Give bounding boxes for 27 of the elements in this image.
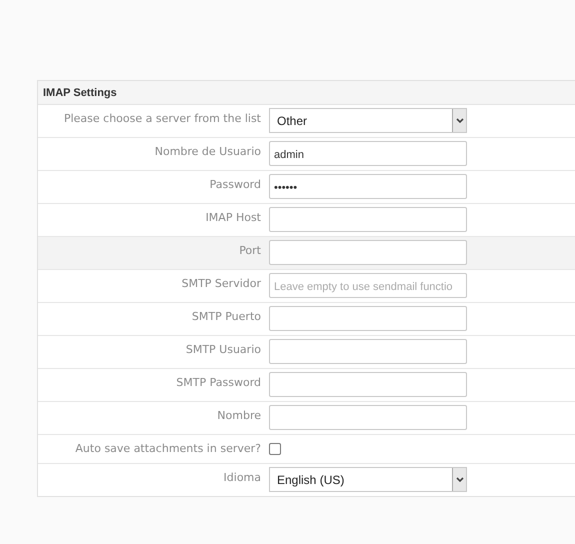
field-label: Auto save attachments in server? — [74, 441, 262, 457]
input-field[interactable]: •••••• — [269, 174, 467, 199]
field-label: SMTP Puerto — [190, 309, 262, 325]
field-label: Idioma — [222, 470, 262, 486]
input-field[interactable] — [269, 306, 467, 331]
input-field[interactable] — [269, 339, 467, 364]
input-field[interactable]: admin — [269, 141, 467, 166]
dropdown[interactable]: Other — [269, 108, 467, 133]
field-label: Nombre de Usuario — [154, 144, 262, 160]
input-field[interactable] — [269, 405, 467, 430]
chevron-down-icon — [456, 118, 464, 124]
input-field[interactable]: Leave empty to use sendmail functio — [269, 273, 467, 298]
dropdown[interactable]: English (US) — [269, 467, 467, 492]
field-label: IMAP Host — [204, 210, 262, 226]
field-label: Nombre — [216, 408, 262, 424]
panel-title: IMAP Settings — [38, 81, 575, 105]
input-field[interactable] — [269, 240, 467, 265]
input-field[interactable] — [269, 372, 467, 397]
input-field[interactable] — [269, 207, 467, 232]
field-label: Port — [238, 243, 262, 259]
field-label: SMTP Password — [175, 375, 262, 391]
chevron-down-icon — [456, 476, 464, 482]
field-label: Please choose a server from the list — [62, 111, 262, 127]
checkbox[interactable] — [269, 443, 281, 455]
field-label: Password — [208, 177, 262, 193]
field-label: SMTP Usuario — [184, 342, 262, 358]
field-label: SMTP Servidor — [180, 276, 262, 292]
